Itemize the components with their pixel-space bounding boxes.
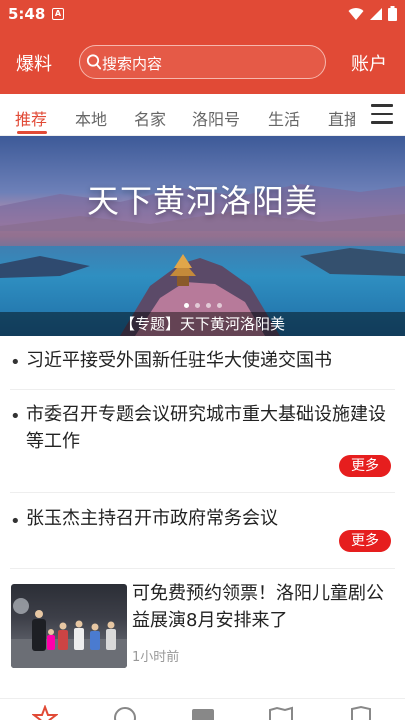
news-item[interactable]: • 市委召开专题会议研究城市重大基础设施建设等工作 更多	[0, 400, 405, 488]
bullet: •	[10, 511, 21, 532]
battery-icon	[388, 6, 397, 21]
news-item[interactable]: • 习近平接受外国新任驻华大使递交国书	[0, 346, 405, 386]
search-input[interactable]: 搜索内容	[79, 45, 326, 79]
thumbnail-scene	[11, 598, 127, 668]
banner-title: 天下黄河洛阳美	[86, 182, 318, 220]
news-card[interactable]: 可免费预约领票！洛阳儿童剧公益展演8月安排来了 1小时前	[0, 580, 405, 680]
signal-icon	[370, 7, 382, 20]
divider	[10, 492, 395, 493]
status-bar: 5:48 A	[0, 0, 405, 30]
account-button[interactable]: 账户	[351, 50, 387, 76]
star-icon[interactable]	[32, 705, 58, 720]
grid-icon[interactable]	[190, 705, 216, 720]
carousel-dot	[195, 303, 200, 308]
bottom-nav	[0, 698, 405, 720]
carousel-dot	[184, 303, 189, 308]
tab-luoyang-hao[interactable]: 洛阳号	[192, 106, 240, 130]
channel-tabs: 推荐 本地 名家 洛阳号 生活 直播	[0, 94, 405, 136]
report-button[interactable]: 爆料	[16, 50, 52, 76]
active-tab-indicator	[17, 131, 47, 134]
shield-icon[interactable]	[348, 705, 374, 720]
banner-caption: 【专题】天下黄河洛阳美	[119, 315, 285, 333]
tab-life[interactable]: 生活	[268, 106, 300, 130]
more-button[interactable]: 更多	[339, 455, 391, 477]
news-card-title: 可免费预约领票！洛阳儿童剧公益展演8月安排来了	[132, 583, 384, 631]
news-title: 市委召开专题会议研究城市重大基础设施建设等工作	[26, 404, 386, 452]
news-card-time: 1小时前	[132, 650, 180, 665]
wifi-icon	[348, 7, 364, 20]
news-thumbnail	[11, 584, 127, 668]
system-icons	[348, 6, 397, 21]
channel-menu-icon[interactable]	[371, 104, 393, 124]
carousel-dot	[217, 303, 222, 308]
news-item[interactable]: • 张玉杰主持召开市政府常务会议 更多	[0, 505, 405, 565]
notification-icon: A	[52, 8, 64, 20]
bullet: •	[10, 352, 21, 373]
app-bar: 爆料 搜索内容 账户	[0, 30, 405, 94]
more-button[interactable]: 更多	[339, 530, 391, 552]
divider	[10, 389, 395, 390]
tab-famous[interactable]: 名家	[134, 106, 166, 130]
search-icon	[86, 54, 102, 70]
divider	[10, 568, 395, 569]
news-title: 习近平接受外国新任驻华大使递交国书	[26, 350, 332, 371]
tab-recommend[interactable]: 推荐	[15, 106, 47, 130]
search-placeholder: 搜索内容	[102, 55, 163, 73]
carousel-dots	[184, 303, 222, 308]
banner-carousel[interactable]: 天下黄河洛阳美 【专题】天下黄河洛阳美	[0, 136, 405, 336]
map-icon[interactable]	[268, 705, 294, 720]
status-time: 5:48	[8, 5, 46, 23]
news-title: 张玉杰主持召开市政府常务会议	[26, 508, 278, 529]
compass-icon[interactable]	[112, 705, 138, 720]
tab-local[interactable]: 本地	[75, 106, 107, 130]
bullet: •	[10, 406, 21, 427]
carousel-dot	[206, 303, 211, 308]
